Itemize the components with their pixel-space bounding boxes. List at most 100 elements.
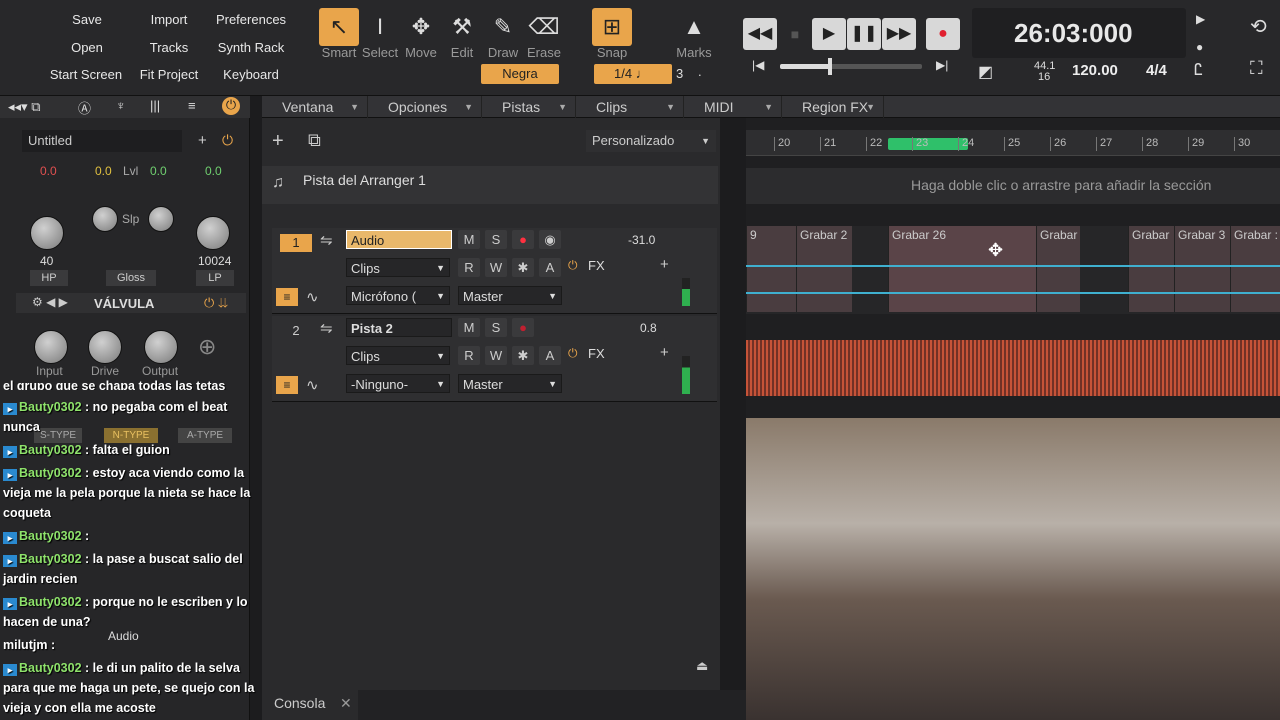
add-fx-icon[interactable]: + <box>660 256 669 273</box>
lane-button[interactable]: A <box>539 346 561 365</box>
read-automation-button[interactable]: R <box>458 346 480 365</box>
menu-ventana[interactable]: Ventana ▼ <box>262 96 368 118</box>
fx-power-icon[interactable]: ⏻ ⇊ <box>204 295 228 311</box>
draw-tool[interactable]: ✎ Draw <box>483 8 523 60</box>
edit-tool[interactable]: ⚒ Edit <box>442 8 482 60</box>
track-1[interactable]: 1 ⇋ Audio M S ● ◉ -31.0 Clips ▼ R W ✱ A ⏻… <box>272 228 717 314</box>
solo-button[interactable]: S <box>485 230 507 249</box>
gloss-button[interactable]: Gloss <box>106 270 156 286</box>
menu-opciones[interactable]: Opciones ▼ <box>368 96 482 118</box>
target-icon[interactable]: ⊕ <box>198 334 216 360</box>
pause-button[interactable]: ❚❚ <box>847 18 881 50</box>
solo-button[interactable]: S <box>485 318 507 337</box>
import-button[interactable]: Import <box>138 8 200 32</box>
left-gain-value[interactable]: 0.0 <box>40 164 57 178</box>
clip[interactable]: Grabar <box>1036 226 1080 312</box>
slope-knob-right[interactable] <box>148 206 174 232</box>
track-view-preset[interactable]: Personalizado ▼ <box>586 130 716 152</box>
output-dropdown[interactable]: Master ▼ <box>458 374 562 393</box>
snap-value-dropdown[interactable]: 1/4 ♩ <box>594 64 672 84</box>
add-track-icon[interactable]: + <box>272 130 284 153</box>
position-slider[interactable] <box>780 58 922 75</box>
fx-name[interactable]: VÁLVULA <box>94 296 154 311</box>
output-dropdown[interactable]: Master ▼ <box>458 286 562 305</box>
freeze-button[interactable]: ✱ <box>512 346 534 365</box>
clip[interactable]: Grabar <box>1128 226 1174 312</box>
output-knob[interactable] <box>144 330 178 364</box>
clip[interactable]: 9 <box>746 226 796 312</box>
hp-knob[interactable] <box>30 216 64 250</box>
track-settings-icon[interactable]: ⇋ <box>320 319 333 337</box>
slope-knob-left[interactable] <box>92 206 118 232</box>
input-dropdown[interactable]: -Ninguno- ▼ <box>346 374 450 393</box>
lane-button[interactable]: A <box>539 258 561 277</box>
power-icon[interactable]: ⏻ <box>222 97 240 115</box>
collapse-icon[interactable]: ◂◂▾ ⧉ <box>8 99 40 115</box>
meter-value[interactable]: 4/4 <box>1146 62 1167 79</box>
strip-name-field[interactable]: Untitled <box>22 130 182 152</box>
marks-button[interactable]: ▲ Marks <box>674 8 714 60</box>
fx-nav-icon[interactable]: ⚙ ◀ ▶ <box>32 295 68 309</box>
play-small-icon[interactable]: ▶ <box>1196 12 1205 26</box>
keyboard-button[interactable]: Keyboard <box>216 63 286 87</box>
waveform-clip[interactable] <box>746 340 1280 396</box>
start-screen-button[interactable]: Start Screen <box>46 63 126 87</box>
drive-knob[interactable] <box>88 330 122 364</box>
rewind-button[interactable]: ◀◀ <box>743 18 777 50</box>
track-folder-icon[interactable]: ⧉ <box>308 130 321 151</box>
clip[interactable]: Grabar : <box>1230 226 1280 312</box>
go-to-start-icon[interactable]: |◀ <box>752 58 764 72</box>
close-icon[interactable]: ✕ <box>340 690 352 716</box>
list-icon[interactable]: ≡ <box>188 98 196 113</box>
mid-gain-value[interactable]: 0.0 <box>95 164 112 178</box>
read-automation-button[interactable]: R <box>458 258 480 277</box>
waveform-icon[interactable]: ||| <box>150 98 160 113</box>
scroll-up-icon[interactable]: ⏏ <box>696 658 708 674</box>
preferences-button[interactable]: Preferences <box>212 8 290 32</box>
record-arm-button[interactable]: ● <box>512 230 534 249</box>
menu-clips[interactable]: Clips ▼ <box>576 96 684 118</box>
lvl-value[interactable]: 0.0 <box>150 164 167 178</box>
add-fx-icon[interactable]: + <box>660 344 669 361</box>
track-name-field[interactable]: Pista 2 <box>346 318 452 337</box>
smart-tool[interactable]: ↖ Smart <box>319 8 359 60</box>
record-button[interactable]: ● <box>926 18 960 50</box>
freeze-button[interactable]: ✱ <box>512 258 534 277</box>
clip[interactable]: Grabar 26 <box>888 226 1036 312</box>
track-edit-icon[interactable]: ≡ <box>276 288 298 306</box>
fast-forward-button[interactable]: ▶▶ <box>882 18 916 50</box>
input-knob[interactable] <box>34 330 68 364</box>
tempo-value[interactable]: 120.00 <box>1072 62 1118 79</box>
note-value-dropdown[interactable]: Negra <box>481 64 559 84</box>
track-edit-icon[interactable]: ≡ <box>276 376 298 394</box>
fullscreen-icon[interactable]: ⛶ <box>1250 58 1263 79</box>
text-icon[interactable]: Ⓐ <box>78 98 91 117</box>
tune-icon[interactable]: ♆ <box>116 98 126 113</box>
console-tab[interactable]: Consola ✕ <box>262 690 358 720</box>
select-tool[interactable]: I Select <box>360 8 400 60</box>
tracks-button[interactable]: Tracks <box>138 36 200 60</box>
mute-button[interactable]: M <box>458 230 480 249</box>
record-arm-button[interactable]: ● <box>512 318 534 337</box>
hp-button[interactable]: HP <box>30 270 68 286</box>
write-automation-button[interactable]: W <box>485 346 507 365</box>
lp-button[interactable]: LP <box>196 270 234 286</box>
track-2[interactable]: 2 ⇋ Pista 2 M S ● 0.8 Clips ▼ R W ✱ A ⏻ F… <box>272 316 717 402</box>
write-automation-button[interactable]: W <box>485 258 507 277</box>
automation-icon[interactable]: ∿ <box>306 288 319 306</box>
menu-region-fx[interactable]: Region FX ▼ <box>782 96 884 118</box>
monitor-button[interactable]: ◉ <box>539 230 561 249</box>
track-volume[interactable]: 0.8 <box>640 321 657 335</box>
right-gain-value[interactable]: 0.0 <box>205 164 222 178</box>
play-button[interactable]: ▶ <box>812 18 846 50</box>
track-settings-icon[interactable]: ⇋ <box>320 231 333 249</box>
snap-button[interactable]: ⊞ Snap <box>592 8 632 60</box>
metronome-icon[interactable]: ◩ <box>978 62 993 82</box>
tuner-icon[interactable]: Ꮭ <box>1194 62 1203 80</box>
track-name-field[interactable]: Audio <box>346 230 452 249</box>
synth-rack-button[interactable]: Synth Rack <box>212 36 290 60</box>
open-button[interactable]: Open <box>56 36 118 60</box>
move-tool[interactable]: ✥ Move <box>401 8 441 60</box>
erase-tool[interactable]: ⌫ Erase <box>524 8 564 60</box>
automation-icon[interactable]: ∿ <box>306 376 319 394</box>
